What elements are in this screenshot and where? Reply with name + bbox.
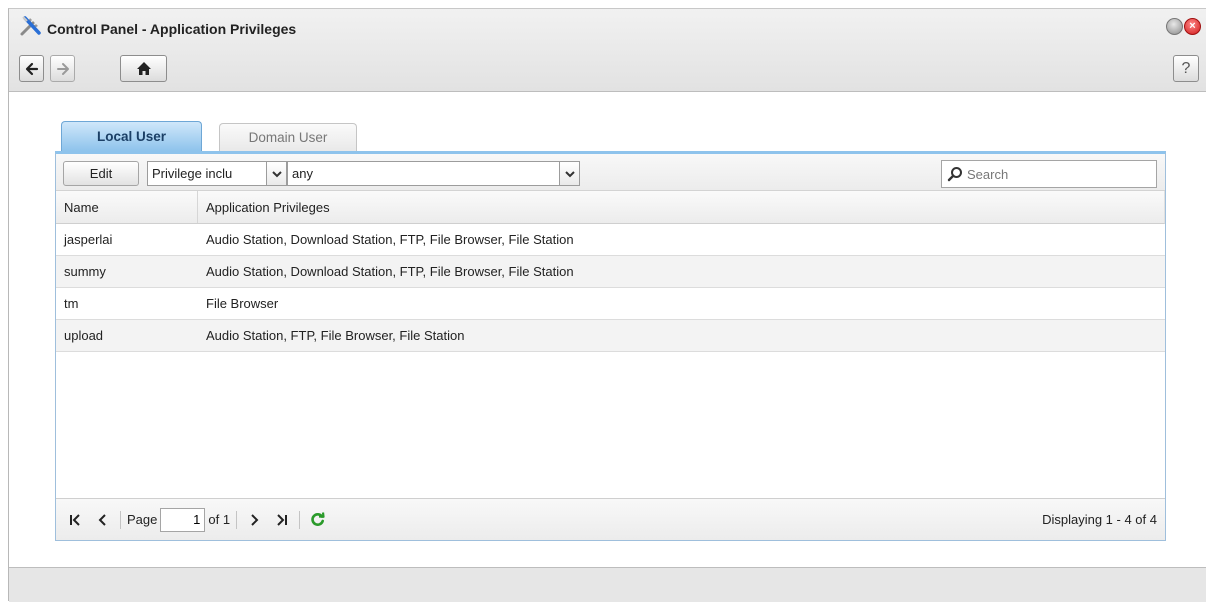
table-row[interactable]: jasperlai Audio Station, Download Statio… bbox=[56, 224, 1165, 256]
last-page-icon bbox=[277, 513, 288, 526]
filter-value: any bbox=[292, 166, 313, 181]
first-page-button[interactable] bbox=[64, 509, 86, 531]
chevron-right-icon bbox=[251, 513, 259, 526]
refresh-icon bbox=[310, 512, 325, 526]
cell-privileges: Audio Station, FTP, File Browser, File S… bbox=[206, 328, 465, 343]
title-bar: Control Panel - Application Privileges ×… bbox=[9, 9, 1206, 92]
filter-field-select[interactable]: Privilege inclu bbox=[147, 161, 287, 186]
arrow-right-icon bbox=[56, 62, 69, 75]
status-bar bbox=[9, 567, 1206, 602]
displaying-info: Displaying 1 - 4 of 4 bbox=[1042, 512, 1157, 527]
table-row[interactable]: summy Audio Station, Download Station, F… bbox=[56, 256, 1165, 288]
divider bbox=[236, 510, 238, 529]
divider bbox=[120, 510, 121, 529]
refresh-button[interactable] bbox=[306, 509, 328, 531]
cell-name: tm bbox=[64, 296, 79, 311]
help-label: ? bbox=[1181, 59, 1191, 77]
next-page-button[interactable] bbox=[243, 509, 265, 531]
help-button[interactable]: ? bbox=[1173, 55, 1199, 82]
cell-privileges: Audio Station, Download Station, FTP, Fi… bbox=[206, 232, 574, 247]
main-content: Local User Domain User Edit Privilege in… bbox=[9, 93, 1206, 567]
chevron-left-icon bbox=[98, 513, 106, 526]
tab-domain-user[interactable]: Domain User bbox=[219, 123, 357, 151]
search-icon bbox=[947, 167, 962, 182]
page-label: Page bbox=[127, 512, 158, 527]
grid-body: jasperlai Audio Station, Download Statio… bbox=[56, 224, 1165, 352]
cell-name: summy bbox=[64, 264, 106, 279]
table-row[interactable]: upload Audio Station, FTP, File Browser,… bbox=[56, 320, 1165, 352]
first-page-icon bbox=[70, 513, 80, 526]
table-row[interactable]: tm File Browser bbox=[56, 288, 1165, 320]
filter-value-select[interactable]: any bbox=[287, 161, 580, 186]
chevron-down-icon[interactable] bbox=[559, 162, 579, 185]
edit-button[interactable]: Edit bbox=[63, 161, 139, 186]
tools-icon bbox=[20, 16, 41, 36]
window-title: Control Panel - Application Privileges bbox=[47, 21, 297, 37]
close-button[interactable]: × bbox=[1184, 18, 1201, 35]
toolbar: Edit Privilege inclu any bbox=[56, 154, 1165, 191]
home-icon bbox=[136, 62, 151, 75]
filter-field-value: Privilege inclu bbox=[152, 166, 233, 181]
divider bbox=[299, 510, 301, 529]
cell-privileges: File Browser bbox=[206, 296, 279, 311]
column-header-privileges[interactable]: Application Privileges bbox=[198, 191, 1164, 223]
home-button[interactable] bbox=[120, 55, 167, 82]
forward-button[interactable] bbox=[50, 55, 75, 82]
cell-privileges: Audio Station, Download Station, FTP, Fi… bbox=[206, 264, 574, 279]
tab-local-user[interactable]: Local User bbox=[61, 121, 202, 151]
search-field[interactable] bbox=[941, 160, 1157, 188]
chevron-down-icon[interactable] bbox=[266, 162, 286, 185]
control-panel-window: Control Panel - Application Privileges ×… bbox=[8, 8, 1206, 602]
privileges-grid: Name Application Privileges jasperlai Au… bbox=[56, 191, 1165, 352]
pagination-bar: Page of 1 Displaying 1 - bbox=[56, 498, 1165, 540]
column-header-name[interactable]: Name bbox=[56, 191, 198, 223]
grid-header: Name Application Privileges bbox=[56, 191, 1165, 224]
prev-page-button[interactable] bbox=[92, 509, 114, 531]
cell-name: jasperlai bbox=[64, 232, 113, 247]
page-count-label: of 1 bbox=[208, 512, 231, 527]
cell-name: upload bbox=[64, 328, 104, 343]
minimize-button[interactable] bbox=[1166, 18, 1183, 35]
arrow-left-icon bbox=[25, 62, 38, 75]
user-privileges-panel: Edit Privilege inclu any Search Name App… bbox=[55, 151, 1166, 541]
page-number-input[interactable] bbox=[160, 507, 206, 532]
last-page-button[interactable] bbox=[271, 509, 293, 531]
search-input[interactable] bbox=[963, 165, 1143, 183]
back-button[interactable] bbox=[19, 55, 44, 82]
